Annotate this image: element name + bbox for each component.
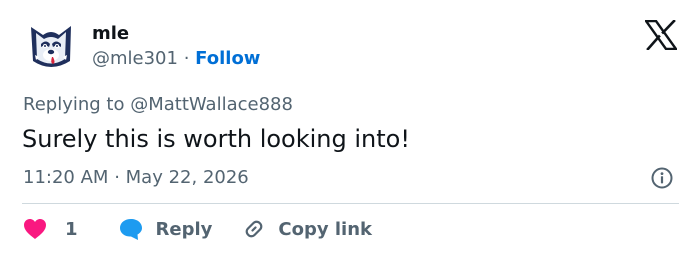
- replying-to-line: Replying to @MattWallace888: [23, 93, 293, 117]
- copy-link-button[interactable]: Copy link: [242, 217, 372, 241]
- action-bar: 1 Reply Copy link: [23, 216, 372, 242]
- avatar[interactable]: [23, 17, 79, 73]
- replying-to-mention[interactable]: @MattWallace888: [130, 94, 293, 115]
- like-button[interactable]: 1: [23, 218, 78, 240]
- heart-icon: [24, 219, 46, 239]
- tweet-text: Surely this is worth looking into!: [22, 125, 410, 153]
- divider: [22, 203, 679, 204]
- author-handle-row: @mle301 · Follow: [92, 47, 260, 71]
- x-logo-icon[interactable]: [643, 19, 679, 51]
- timestamp-separator: ·: [114, 167, 120, 188]
- like-count: 1: [65, 218, 78, 240]
- author-handle[interactable]: @mle301: [92, 48, 178, 69]
- info-icon[interactable]: [650, 166, 674, 190]
- handle-separator: ·: [183, 48, 190, 69]
- author-name[interactable]: mle: [92, 22, 129, 46]
- tweet-date: May 22, 2026: [125, 167, 249, 188]
- tweet-time: 11:20 AM: [23, 167, 109, 188]
- replying-prefix: Replying to: [23, 94, 125, 115]
- follow-button[interactable]: Follow: [195, 48, 260, 69]
- reply-button[interactable]: Reply: [118, 217, 213, 241]
- reply-bubble-icon: [119, 219, 142, 240]
- husky-mascot-avatar-icon: [23, 17, 79, 73]
- reply-label: Reply: [155, 218, 213, 240]
- tweet-timestamp[interactable]: 11:20 AM · May 22, 2026: [23, 166, 249, 190]
- copy-link-label: Copy link: [278, 218, 372, 240]
- link-icon: [246, 220, 263, 238]
